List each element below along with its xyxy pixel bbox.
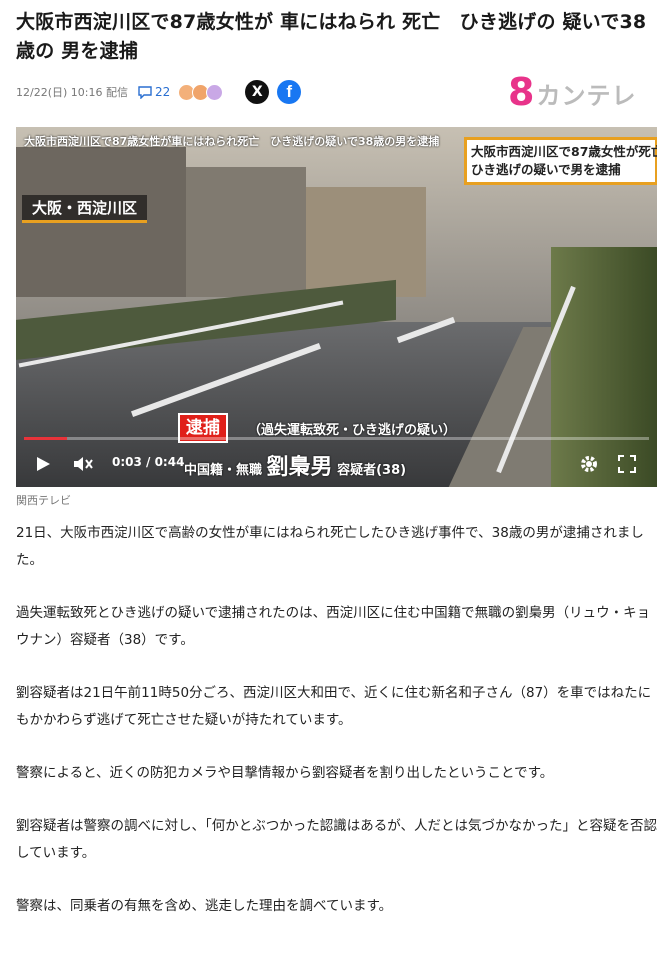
comment-icon <box>138 85 152 99</box>
badge-line-2: ひき逃げの疑いで男を逮捕 <box>471 162 621 177</box>
reaction-icons[interactable] <box>172 83 224 101</box>
article-paragraph: 警察は、同乗者の有無を含め、逃走した理由を調べています。 <box>16 898 393 914</box>
article-paragraph: 警察によると、近くの防犯カメラや目撃情報から劉容疑者を割り出したということです。 <box>16 765 554 781</box>
suspect-suffix: 容疑者(38) <box>337 463 407 478</box>
logo-text: カンテレ <box>536 82 637 110</box>
publish-date: 12/22(日) 10:16 配信 <box>16 86 128 99</box>
reaction-sad-icon <box>206 83 224 101</box>
logo-mark: 8 <box>508 70 535 114</box>
article-body: 21日、大阪市西淀川区で高齢の女性が車にはねられ死亡したひき逃げ事件で、38歳の… <box>16 520 658 946</box>
fullscreen-icon[interactable] <box>617 454 637 474</box>
article-paragraph: 21日、大阪市西淀川区で高齢の女性が車にはねられ死亡したひき逃げ事件で、38歳の… <box>16 525 644 568</box>
video-top-caption: 大阪市西淀川区で87歳女性が車にはねられ死亡 ひき逃げの疑いで38歳の男を逮捕 <box>24 135 440 148</box>
article-paragraph: 過失運転致死とひき逃げの疑いで逮捕されたのは、西淀川区に住む中国籍で無職の劉梟男… <box>16 605 651 648</box>
video-credit: 関西テレビ <box>16 494 71 507</box>
kantele-logo[interactable]: 8 カンテレ <box>508 70 637 114</box>
location-tag: 大阪・西淀川区 <box>22 195 148 223</box>
badge-line-1: 大阪市西淀川区で87歳女性が死亡 <box>471 144 657 159</box>
mute-icon[interactable] <box>72 454 94 474</box>
video-scene-building <box>186 167 306 297</box>
suspect-prefix: 中国籍・無職 <box>184 463 263 478</box>
video-progress-fill <box>24 437 67 440</box>
x-icon: X <box>251 84 263 100</box>
play-icon[interactable] <box>34 455 52 473</box>
comment-count: 22 <box>154 85 171 99</box>
suspect-caption: 中国籍・無職 劉梟男 容疑者(38) <box>184 449 406 481</box>
video-scene-building <box>306 187 426 297</box>
article-paragraph: 劉容疑者は21日午前11時50分ごろ、西淀川区大和田で、近くに住む新名和子さん（… <box>16 685 652 728</box>
news-badge: 大阪市西淀川区で87歳女性が死亡 ひき逃げの疑いで男を逮捕 <box>464 137 657 185</box>
article-headline: 大阪市西淀川区で87歳女性が 車にはねられ 死亡 ひき逃げの 疑いで38歳の 男… <box>16 11 647 62</box>
video-time: 0:03 / 0:44 <box>112 455 185 469</box>
suspect-name: 劉梟男 <box>266 455 333 480</box>
share-x-button[interactable]: X <box>245 80 270 104</box>
video-player[interactable]: 大阪市西淀川区で87歳女性が車にはねられ死亡 ひき逃げの疑いで38歳の男を逮捕 … <box>16 127 657 487</box>
video-progress-bar[interactable] <box>24 437 649 440</box>
charge-text: （過失運転致死・ひき逃げの疑い） <box>248 423 457 438</box>
video-controls: 0:03 / 0:44 中国籍・無職 劉梟男 容疑者(38) <box>16 449 657 481</box>
gear-icon[interactable] <box>579 454 599 474</box>
facebook-icon: f <box>286 82 293 101</box>
comments-link[interactable]: 22 <box>138 85 170 99</box>
article-paragraph: 劉容疑者は警察の調べに対し、「何かとぶつかった認識はあるが、人だとは気づかなかっ… <box>16 818 657 861</box>
share-facebook-button[interactable]: f <box>277 80 302 104</box>
